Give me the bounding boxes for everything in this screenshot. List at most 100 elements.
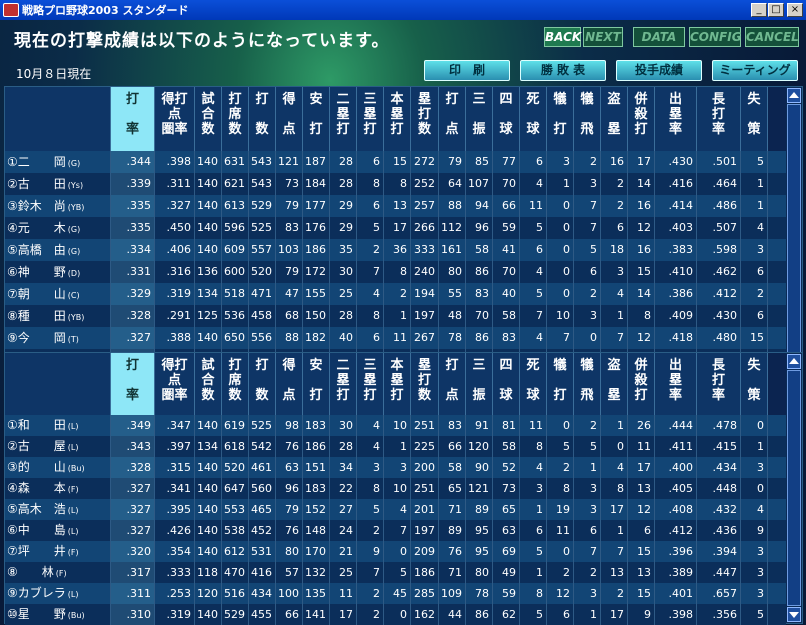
- print-button[interactable]: 印 刷: [424, 60, 510, 81]
- scroll-thumb[interactable]: [787, 370, 801, 606]
- stat-cell: 132: [303, 562, 330, 583]
- column-header[interactable]: 二 塁 打: [330, 353, 357, 415]
- stat-cell: 2: [574, 151, 601, 173]
- vertical-scrollbar[interactable]: [786, 87, 802, 370]
- column-header[interactable]: 打 数: [249, 353, 276, 415]
- column-header[interactable]: 得打 点 圏率: [155, 87, 195, 151]
- stat-cell: 240: [411, 261, 439, 283]
- minimize-button[interactable]: _: [751, 3, 767, 17]
- table-row[interactable]: ⑧種 田 (YB) .328.291 125 536 458 68 150 28 8 1 197 48 7…: [5, 305, 786, 327]
- close-button[interactable]: ×: [787, 3, 803, 17]
- stat-cell: 0: [547, 415, 574, 436]
- column-header[interactable]: 犠 飛: [574, 353, 601, 415]
- vertical-scrollbar[interactable]: [786, 353, 802, 623]
- column-header[interactable]: 併 殺 打: [628, 87, 655, 151]
- table-row[interactable]: ①二 岡 (G) .344.398 140 631 543 121 187 28 6 15 272 79…: [5, 151, 786, 173]
- back-button[interactable]: BACK: [544, 27, 581, 47]
- column-header[interactable]: 塁 打 数: [411, 353, 439, 415]
- table-row[interactable]: ③的 山 (Bu) .328.315 140 520 461 63 151 34 3 3 200 58 9…: [5, 457, 786, 478]
- stat-cell: 3: [574, 173, 601, 195]
- column-header[interactable]: 失 策: [741, 87, 768, 151]
- stat-cell: 86: [466, 261, 493, 283]
- column-header[interactable]: 犠 飛: [574, 87, 601, 151]
- stat-cell: 252: [411, 173, 439, 195]
- cancel-button[interactable]: CANCEL: [745, 27, 799, 47]
- rank-number: ⑨: [7, 331, 18, 345]
- maximize-button[interactable]: □: [768, 3, 784, 17]
- column-header[interactable]: 打 率: [111, 87, 155, 151]
- column-header[interactable]: 四 球: [493, 87, 520, 151]
- stat-cell: 556: [249, 327, 276, 349]
- stat-cell: .418: [655, 327, 697, 349]
- column-header[interactable]: 二 塁 打: [330, 87, 357, 151]
- scroll-up-arrow-icon[interactable]: [787, 88, 801, 103]
- column-header[interactable]: 安 打: [303, 353, 330, 415]
- column-header[interactable]: 打 数: [249, 87, 276, 151]
- stat-cell: 26: [628, 415, 655, 436]
- table-row[interactable]: ⑥中 島 (L) .327.426 140 538 452 76 148 24 2 7 197 89 95…: [5, 520, 786, 541]
- table-header: 打 率得打 点 圏率試 合 数打 席 数打 数得 点安 打二 塁 打三 塁 打本…: [5, 87, 786, 151]
- pitcher-stats-button[interactable]: 投手成績: [616, 60, 702, 81]
- column-header[interactable]: 本 塁 打: [384, 353, 411, 415]
- table-row[interactable]: ②古 田 (Ys) .339.311 140 621 543 73 184 28 8 8 252 64 1…: [5, 173, 786, 195]
- stat-cell: .447: [697, 562, 741, 583]
- column-header[interactable]: 死 球: [520, 87, 547, 151]
- column-header[interactable]: 得 点: [276, 353, 303, 415]
- column-header[interactable]: 試 合 数: [195, 353, 222, 415]
- table-row[interactable]: ④森 本 (F) .327.341 140 647 560 96 183 22 8 10 251 65 1…: [5, 478, 786, 499]
- column-header[interactable]: 長 打 率: [697, 87, 741, 151]
- column-header[interactable]: 併 殺 打: [628, 353, 655, 415]
- stat-cell: 9: [357, 541, 384, 562]
- table-row[interactable]: ⑩星 野 (Bu) .310.319 140 529 455 66 141 17 2 0 162 44 8…: [5, 604, 786, 625]
- column-header[interactable]: 三 振: [466, 353, 493, 415]
- column-header[interactable]: 安 打: [303, 87, 330, 151]
- next-button[interactable]: NEXT: [583, 27, 623, 47]
- column-header[interactable]: 盗 塁: [601, 87, 628, 151]
- column-header[interactable]: 三 振: [466, 87, 493, 151]
- win-loss-button[interactable]: 勝 敗 表: [520, 60, 606, 81]
- table-row[interactable]: ⑨カブレラ (L) .311.253 120 516 434 100 135 11 2 45 285 1…: [5, 583, 786, 604]
- table-row[interactable]: ⑥神 野 (D) .331.316 136 600 520 79 172 30 7 8 240 80 86…: [5, 261, 786, 283]
- column-header[interactable]: 死 球: [520, 353, 547, 415]
- column-header[interactable]: 三 塁 打: [357, 87, 384, 151]
- config-button[interactable]: CONFIG: [689, 27, 742, 47]
- data-button[interactable]: DATA: [633, 27, 685, 47]
- table-row[interactable]: ⑦坪 井 (F) .320.354 140 612 531 80 170 21 9 0 209 76 95…: [5, 541, 786, 562]
- table-row[interactable]: ④元 木 (G) .335.450 140 596 525 83 176 29 5 17 266 112…: [5, 217, 786, 239]
- column-header[interactable]: 四 球: [493, 353, 520, 415]
- column-header[interactable]: 打 点: [439, 353, 466, 415]
- stat-cell: .657: [697, 583, 741, 604]
- table-row[interactable]: ⑨今 岡 (T) .327.388 140 650 556 88 182 40 6 11 267 78 8…: [5, 327, 786, 349]
- column-header[interactable]: 長 打 率: [697, 353, 741, 415]
- column-header[interactable]: 打 点: [439, 87, 466, 151]
- column-header[interactable]: 打 率: [111, 353, 155, 415]
- stat-cell: 8: [520, 436, 547, 457]
- table-row[interactable]: ⑤高橋 由 (G) .334.406 140 609 557 103 186 35 2 36 333 1…: [5, 239, 786, 261]
- column-header[interactable]: 盗 塁: [601, 353, 628, 415]
- stat-cell: 1: [574, 457, 601, 478]
- column-header[interactable]: 犠 打: [547, 353, 574, 415]
- column-header[interactable]: 打 席 数: [222, 87, 249, 151]
- table-row[interactable]: ⑧ 林 (F) .317.333 118 470 416 57 132 25 7 5 186 71 80 4…: [5, 562, 786, 583]
- column-header[interactable]: 失 策: [741, 353, 768, 415]
- scroll-down-arrow-icon[interactable]: [787, 607, 801, 622]
- table-row[interactable]: ②古 屋 (L) .343.397 134 618 542 76 186 28 4 1 225 66 12…: [5, 436, 786, 457]
- table-row[interactable]: ①和 田 (L) .349.347 140 619 525 98 183 30 4 10 251 83 9…: [5, 415, 786, 436]
- column-header[interactable]: 打 席 数: [222, 353, 249, 415]
- scroll-thumb[interactable]: [787, 104, 801, 353]
- column-header[interactable]: 出 塁 率: [655, 353, 697, 415]
- table-row[interactable]: ⑦朝 山 (C) .329.319 134 518 471 47 155 25 4 2 194 55 83…: [5, 283, 786, 305]
- stat-cell: .410: [655, 261, 697, 283]
- column-header[interactable]: 出 塁 率: [655, 87, 697, 151]
- column-header[interactable]: 本 塁 打: [384, 87, 411, 151]
- table-row[interactable]: ⑤高木 浩 (L) .327.395 140 553 465 79 152 27 5 4 201 71 8…: [5, 499, 786, 520]
- column-header[interactable]: 塁 打 数: [411, 87, 439, 151]
- column-header[interactable]: 得打 点 圏率: [155, 353, 195, 415]
- column-header[interactable]: 三 塁 打: [357, 353, 384, 415]
- column-header[interactable]: 得 点: [276, 87, 303, 151]
- column-header[interactable]: 犠 打: [547, 87, 574, 151]
- scroll-up-arrow-icon[interactable]: [787, 354, 801, 369]
- column-header[interactable]: 試 合 数: [195, 87, 222, 151]
- meeting-button[interactable]: ミーティング: [712, 60, 798, 81]
- table-row[interactable]: ③鈴木 尚 (YB) .335.327 140 613 529 79 177 29 6 13 257 8…: [5, 195, 786, 217]
